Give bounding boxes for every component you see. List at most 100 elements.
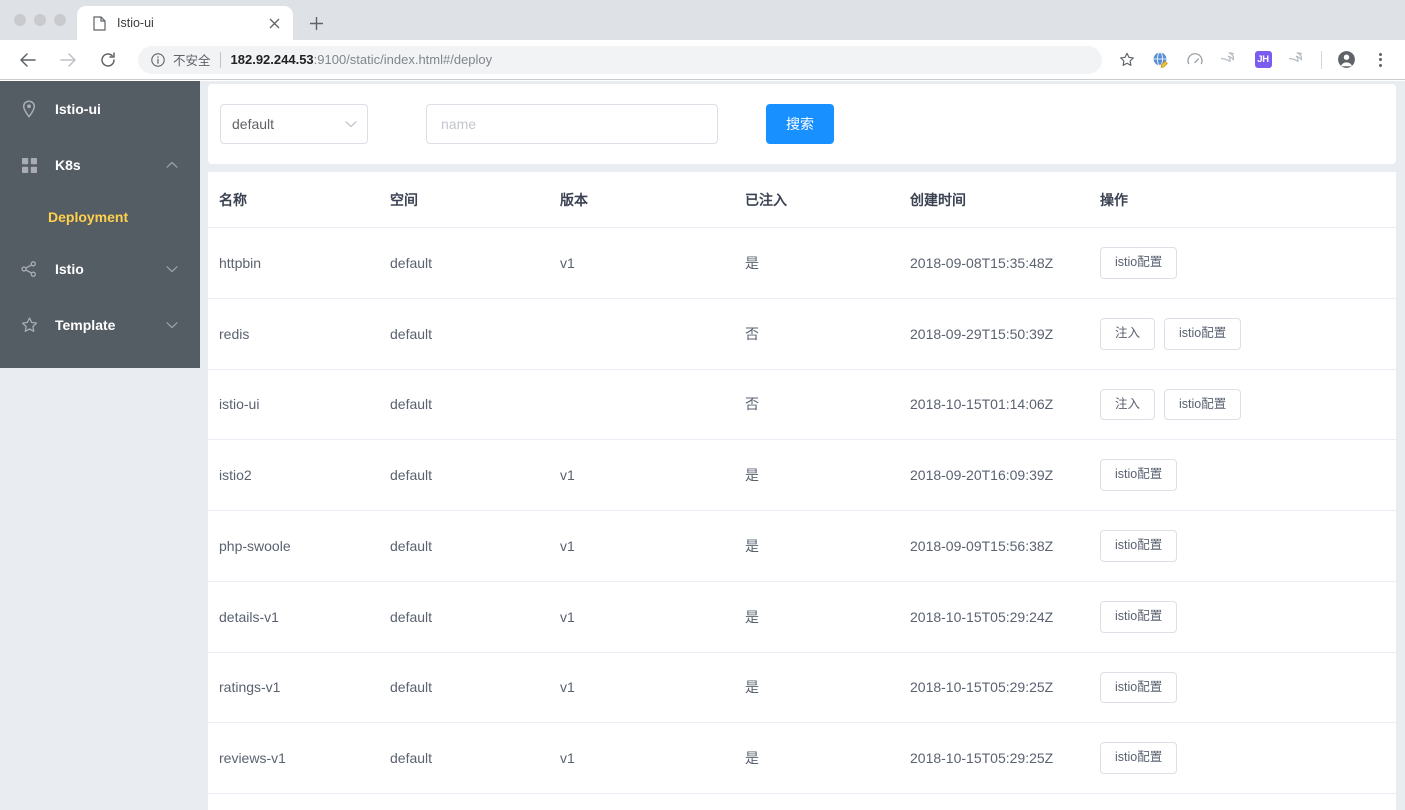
cell-name: reviews-v1 [208,722,390,794]
chrome-menu-icon[interactable] [1367,47,1393,73]
table-row: reviews-v2defaultv2是2018-10-15T05:29:25Z… [208,793,1396,810]
cell-actions: istio配置 [1100,510,1396,582]
browser-toolbar: 不安全 182.92.244.53:9100/static/index.html… [0,40,1405,80]
chevron-down-icon [345,120,357,128]
cell-created: 2018-09-09T15:56:38Z [910,510,1100,582]
extension-jh-icon[interactable]: JH [1250,47,1276,73]
cell-injected: 是 [745,439,910,511]
sidebar-item-template[interactable]: Template [0,297,200,353]
cell-actions: istio配置 [1100,722,1396,794]
istio-config-button[interactable]: istio配置 [1164,388,1242,421]
cell-name: ratings-v1 [208,652,390,724]
cell-namespace: default [390,652,560,724]
name-search-input[interactable] [426,104,718,144]
istio-config-button[interactable]: istio配置 [1164,317,1242,350]
minimize-window-button[interactable] [34,14,46,26]
url-text: 182.92.244.53:9100/static/index.html#/de… [231,52,493,67]
cell-namespace: default [390,510,560,582]
sidebar: Istio-ui K8s Deployment Istio Template [0,81,200,368]
cell-namespace: default [390,581,560,653]
cell-version: v1 [560,439,745,511]
cell-actions: istio配置 [1100,439,1396,511]
cell-namespace: default [390,298,560,370]
cell-namespace: default [390,369,560,441]
table-body: httpbin default v1 是 2018-09-08T15:35:48Z ist… [208,227,1396,810]
forward-button[interactable] [53,45,83,75]
cell-actions: istio配置 [1100,793,1396,810]
search-button[interactable]: 搜索 [766,104,834,144]
cell-injected: 是 [745,227,910,299]
bookmark-star-icon[interactable] [1114,47,1140,73]
cell-actions: istio配置 [1100,227,1396,299]
cell-namespace: default [390,793,560,810]
inject-button[interactable]: 注入 [1100,388,1156,421]
table-header-row: 名称 空间 版本 已注入 创建时间 操作 [208,172,1396,228]
cell-injected: 是 [745,510,910,582]
cell-actions: istio配置 [1100,652,1396,724]
cell-injected: 是 [745,793,910,810]
cell-injected: 是 [745,581,910,653]
namespace-select-value: default [232,116,275,132]
chevron-up-icon[interactable] [166,161,178,169]
istio-config-button[interactable]: istio配置 [1100,247,1178,279]
table-row: reviews-v1 default v1 是 2018-10-15T05:29:25Z… [208,722,1396,794]
profile-avatar-icon[interactable] [1333,47,1359,73]
info-circle-icon[interactable] [150,52,166,68]
chevron-down-icon[interactable] [166,321,178,329]
filter-bar: default 搜索 [208,84,1396,164]
maximize-window-button[interactable] [54,14,66,26]
cell-name: redis [208,298,390,370]
tab-strip: Istio-ui [0,0,1405,40]
reload-button[interactable] [93,45,123,75]
deployments-table: 名称 空间 版本 已注入 创建时间 操作 httpbin default v1 是 20… [208,172,1396,810]
sidebar-item-deployment[interactable]: Deployment [0,193,200,241]
istio-config-button[interactable]: istio配置 [1100,600,1178,633]
security-label: 不安全 [173,54,211,68]
istio-config-button[interactable]: istio配置 [1100,459,1178,491]
deployments-table-card: 名称 空间 版本 已注入 创建时间 操作 httpbin default v1 是 20… [208,172,1396,810]
extension-bird-2-icon[interactable] [1284,47,1310,73]
cell-version: v1 [560,581,745,653]
istio-config-button[interactable]: istio配置 [1100,530,1178,562]
url-host: 182.92.244.53 [230,52,314,67]
table-row: php-swoole default v1 是 2018-09-09T15:56:38Z… [208,510,1396,582]
sidebar-item-istio[interactable]: Istio [0,241,200,297]
location-pin-icon [20,100,38,118]
istio-config-button[interactable]: istio配置 [1100,742,1178,774]
tab-title: Istio-ui [117,16,154,30]
extension-jh-label: JH [1254,51,1272,68]
cell-namespace: default [390,227,560,299]
cell-created: 2018-09-20T16:09:39Z [910,439,1100,511]
close-window-button[interactable] [14,14,26,26]
cell-created: 2018-09-29T15:50:39Z [910,298,1100,370]
cell-name: php-swoole [208,510,390,582]
chevron-down-icon[interactable] [166,265,178,273]
inject-button[interactable]: 注入 [1100,317,1156,350]
close-icon[interactable] [265,14,283,32]
extension-bird-icon[interactable] [1216,47,1242,73]
table-row: redis default 否 2018-09-29T15:50:39Z 注入 istio… [208,298,1396,370]
column-header-created: 创建时间 [910,172,1100,228]
sidebar-item-istio-label: Istio [55,261,84,277]
sidebar-brand[interactable]: Istio-ui [0,81,200,137]
namespace-select[interactable]: default [220,104,368,144]
new-tab-button[interactable] [302,9,330,37]
cell-namespace: default [390,439,560,511]
extension-globe-pen-icon[interactable] [1148,47,1174,73]
omnibox-divider [219,51,221,68]
back-button[interactable] [13,45,43,75]
cell-created: 2018-09-08T15:35:48Z [910,227,1100,299]
cell-name: istio2 [208,439,390,511]
cell-name: httpbin [208,227,390,299]
extension-speedometer-icon[interactable] [1182,47,1208,73]
address-bar[interactable]: 不安全 182.92.244.53:9100/static/index.html… [138,45,1102,74]
column-header-namespace: 空间 [390,172,560,228]
cell-name: reviews-v2 [208,793,390,810]
istio-config-button[interactable]: istio配置 [1100,671,1178,704]
cell-name: istio-ui [208,369,390,441]
kebab-dots [1378,52,1382,67]
sidebar-item-k8s[interactable]: K8s [0,137,200,193]
cell-created: 2018-10-15T05:29:25Z [910,722,1100,794]
browser-tab[interactable]: Istio-ui [77,6,293,40]
table-row: details-v1 default v1 是 2018-10-15T05:29:24Z… [208,581,1396,653]
